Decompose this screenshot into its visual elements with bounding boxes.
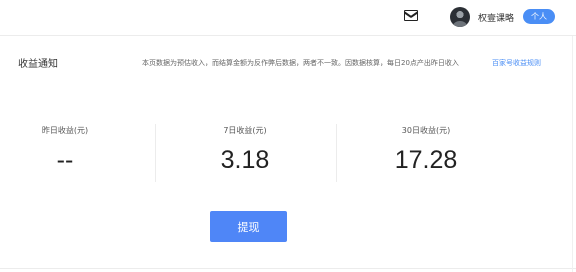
stat-30-day: 30日收益(元) 17.28 bbox=[336, 125, 516, 175]
income-notice-title: 收益通知 bbox=[18, 59, 58, 70]
stat-7-day: 7日收益(元) 3.18 bbox=[155, 125, 335, 175]
stat-value: 17.28 bbox=[394, 146, 458, 174]
income-notice-text: 本页数据为预估收入，而结算金额为反作弊后数据，两者不一致。因数据核算，每日20点… bbox=[142, 59, 459, 67]
stat-label: 7日收益(元) bbox=[223, 126, 267, 135]
stat-value: 3.18 bbox=[220, 146, 270, 174]
income-rules-link[interactable]: 百家号收益规则 bbox=[492, 58, 541, 68]
top-bar: 权壹课略 个人 bbox=[0, 0, 576, 36]
avatar[interactable] bbox=[450, 7, 470, 27]
stat-yesterday: 昨日收益(元) -- bbox=[0, 125, 130, 175]
account-type-badge[interactable]: 个人 bbox=[523, 9, 555, 24]
stat-value: -- bbox=[56, 146, 74, 174]
divider bbox=[0, 268, 576, 269]
mail-icon[interactable] bbox=[404, 10, 418, 21]
stat-label: 昨日收益(元) bbox=[41, 126, 89, 135]
stat-label: 30日收益(元) bbox=[401, 126, 451, 135]
scrollbar-track[interactable] bbox=[572, 36, 573, 272]
withdraw-button[interactable]: 提现 bbox=[210, 211, 287, 242]
username[interactable]: 权壹课略 bbox=[478, 11, 514, 24]
